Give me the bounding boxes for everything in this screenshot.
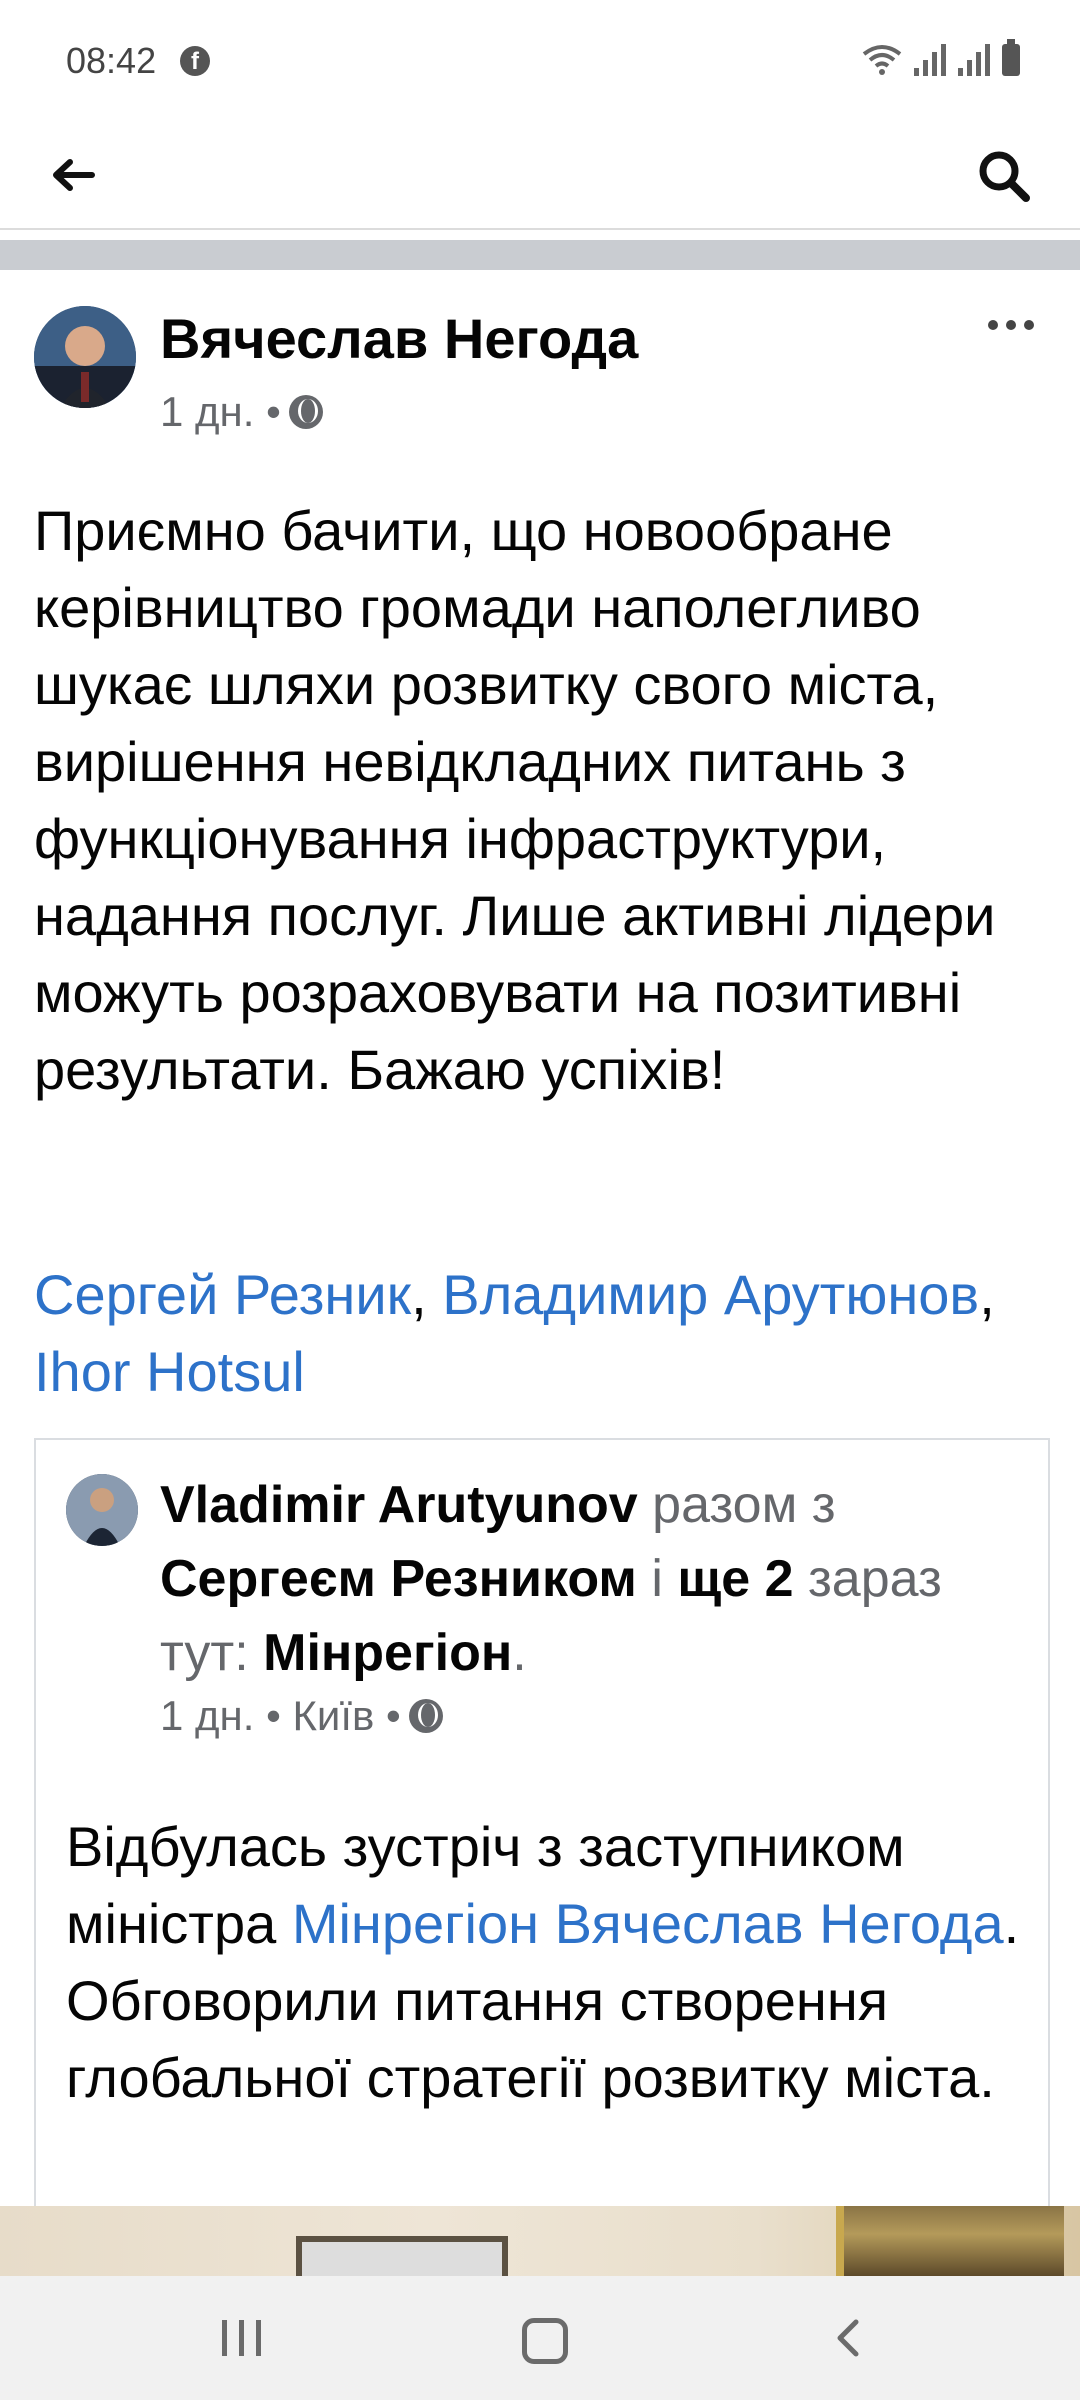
shared-post-header: Vladimir Arutyunov разом з Сергеєм Резни… [160,1468,1020,1690]
shared-post-card[interactable]: Vladimir Arutyunov разом з Сергеєм Резни… [34,1438,1050,2220]
and-text: і [651,1550,663,1608]
mention-separator: , [979,1263,995,1326]
others-count[interactable]: ще 2 [677,1550,793,1608]
more-options-icon[interactable] [988,320,1034,330]
signal-icon-1 [914,42,946,76]
wifi-icon [862,45,902,75]
globe-icon [288,395,323,429]
post-meta: 1 дн. • [160,388,323,436]
signal-icon-2 [958,42,990,76]
post-photo[interactable] [0,2206,1080,2276]
post-text: Приємно бачити, що новообране керівництв… [34,499,996,1101]
photo-painting [836,2206,1064,2276]
app-bar [0,120,1080,230]
with-text: разом з [652,1476,836,1534]
mention-link[interactable]: Владимир Арутюнов [442,1263,979,1326]
tagged-person[interactable]: Сергеєм Резником [160,1550,637,1608]
author-name[interactable]: Вячеслав Негода [160,306,638,371]
post-card: Вячеслав Негода 1 дн. • Приємно бачити, … [0,270,1080,2220]
mention-link[interactable]: Ihor Hotsul [34,1340,305,1403]
shared-author-avatar[interactable] [66,1474,138,1546]
shared-text-link[interactable]: Мінрегіон Вячеслав Негода [292,1892,1004,1955]
mention-separator: , [411,1263,443,1326]
recent-apps-icon[interactable] [222,2320,261,2356]
feed-divider [0,240,1080,270]
status-bar: 08:42 f [0,0,1080,120]
author-avatar[interactable] [34,306,136,408]
place-link[interactable]: Мінрегіон [263,1624,512,1682]
globe-icon [408,1699,443,1733]
facebook-notification-icon: f [180,46,210,76]
system-nav-bar [0,2276,1080,2400]
post-time: 1 дн. • [160,388,281,435]
status-time: 08:42 [66,40,157,81]
battery-icon [1002,39,1020,76]
mention-link[interactable]: Сергей Резник [34,1263,411,1326]
photo-frame [296,2236,508,2276]
status-icons [862,39,1020,76]
nav-back-icon[interactable] [828,2316,872,2360]
mentions-line: Сергей Резник, Владимир Арутюнов, Ihor H… [34,1256,1034,1410]
shared-post-meta: 1 дн. • Київ • [160,1692,443,1740]
shared-post-time-location: 1 дн. • Київ • [160,1692,401,1739]
back-arrow-icon[interactable] [48,150,98,200]
search-icon[interactable] [976,148,1032,204]
shared-author-name[interactable]: Vladimir Arutyunov [160,1476,638,1534]
header-period: . [512,1624,527,1682]
shared-post-text: Відбулась зустріч з заступником міністра… [66,1808,1026,2116]
home-icon[interactable] [522,2318,568,2364]
